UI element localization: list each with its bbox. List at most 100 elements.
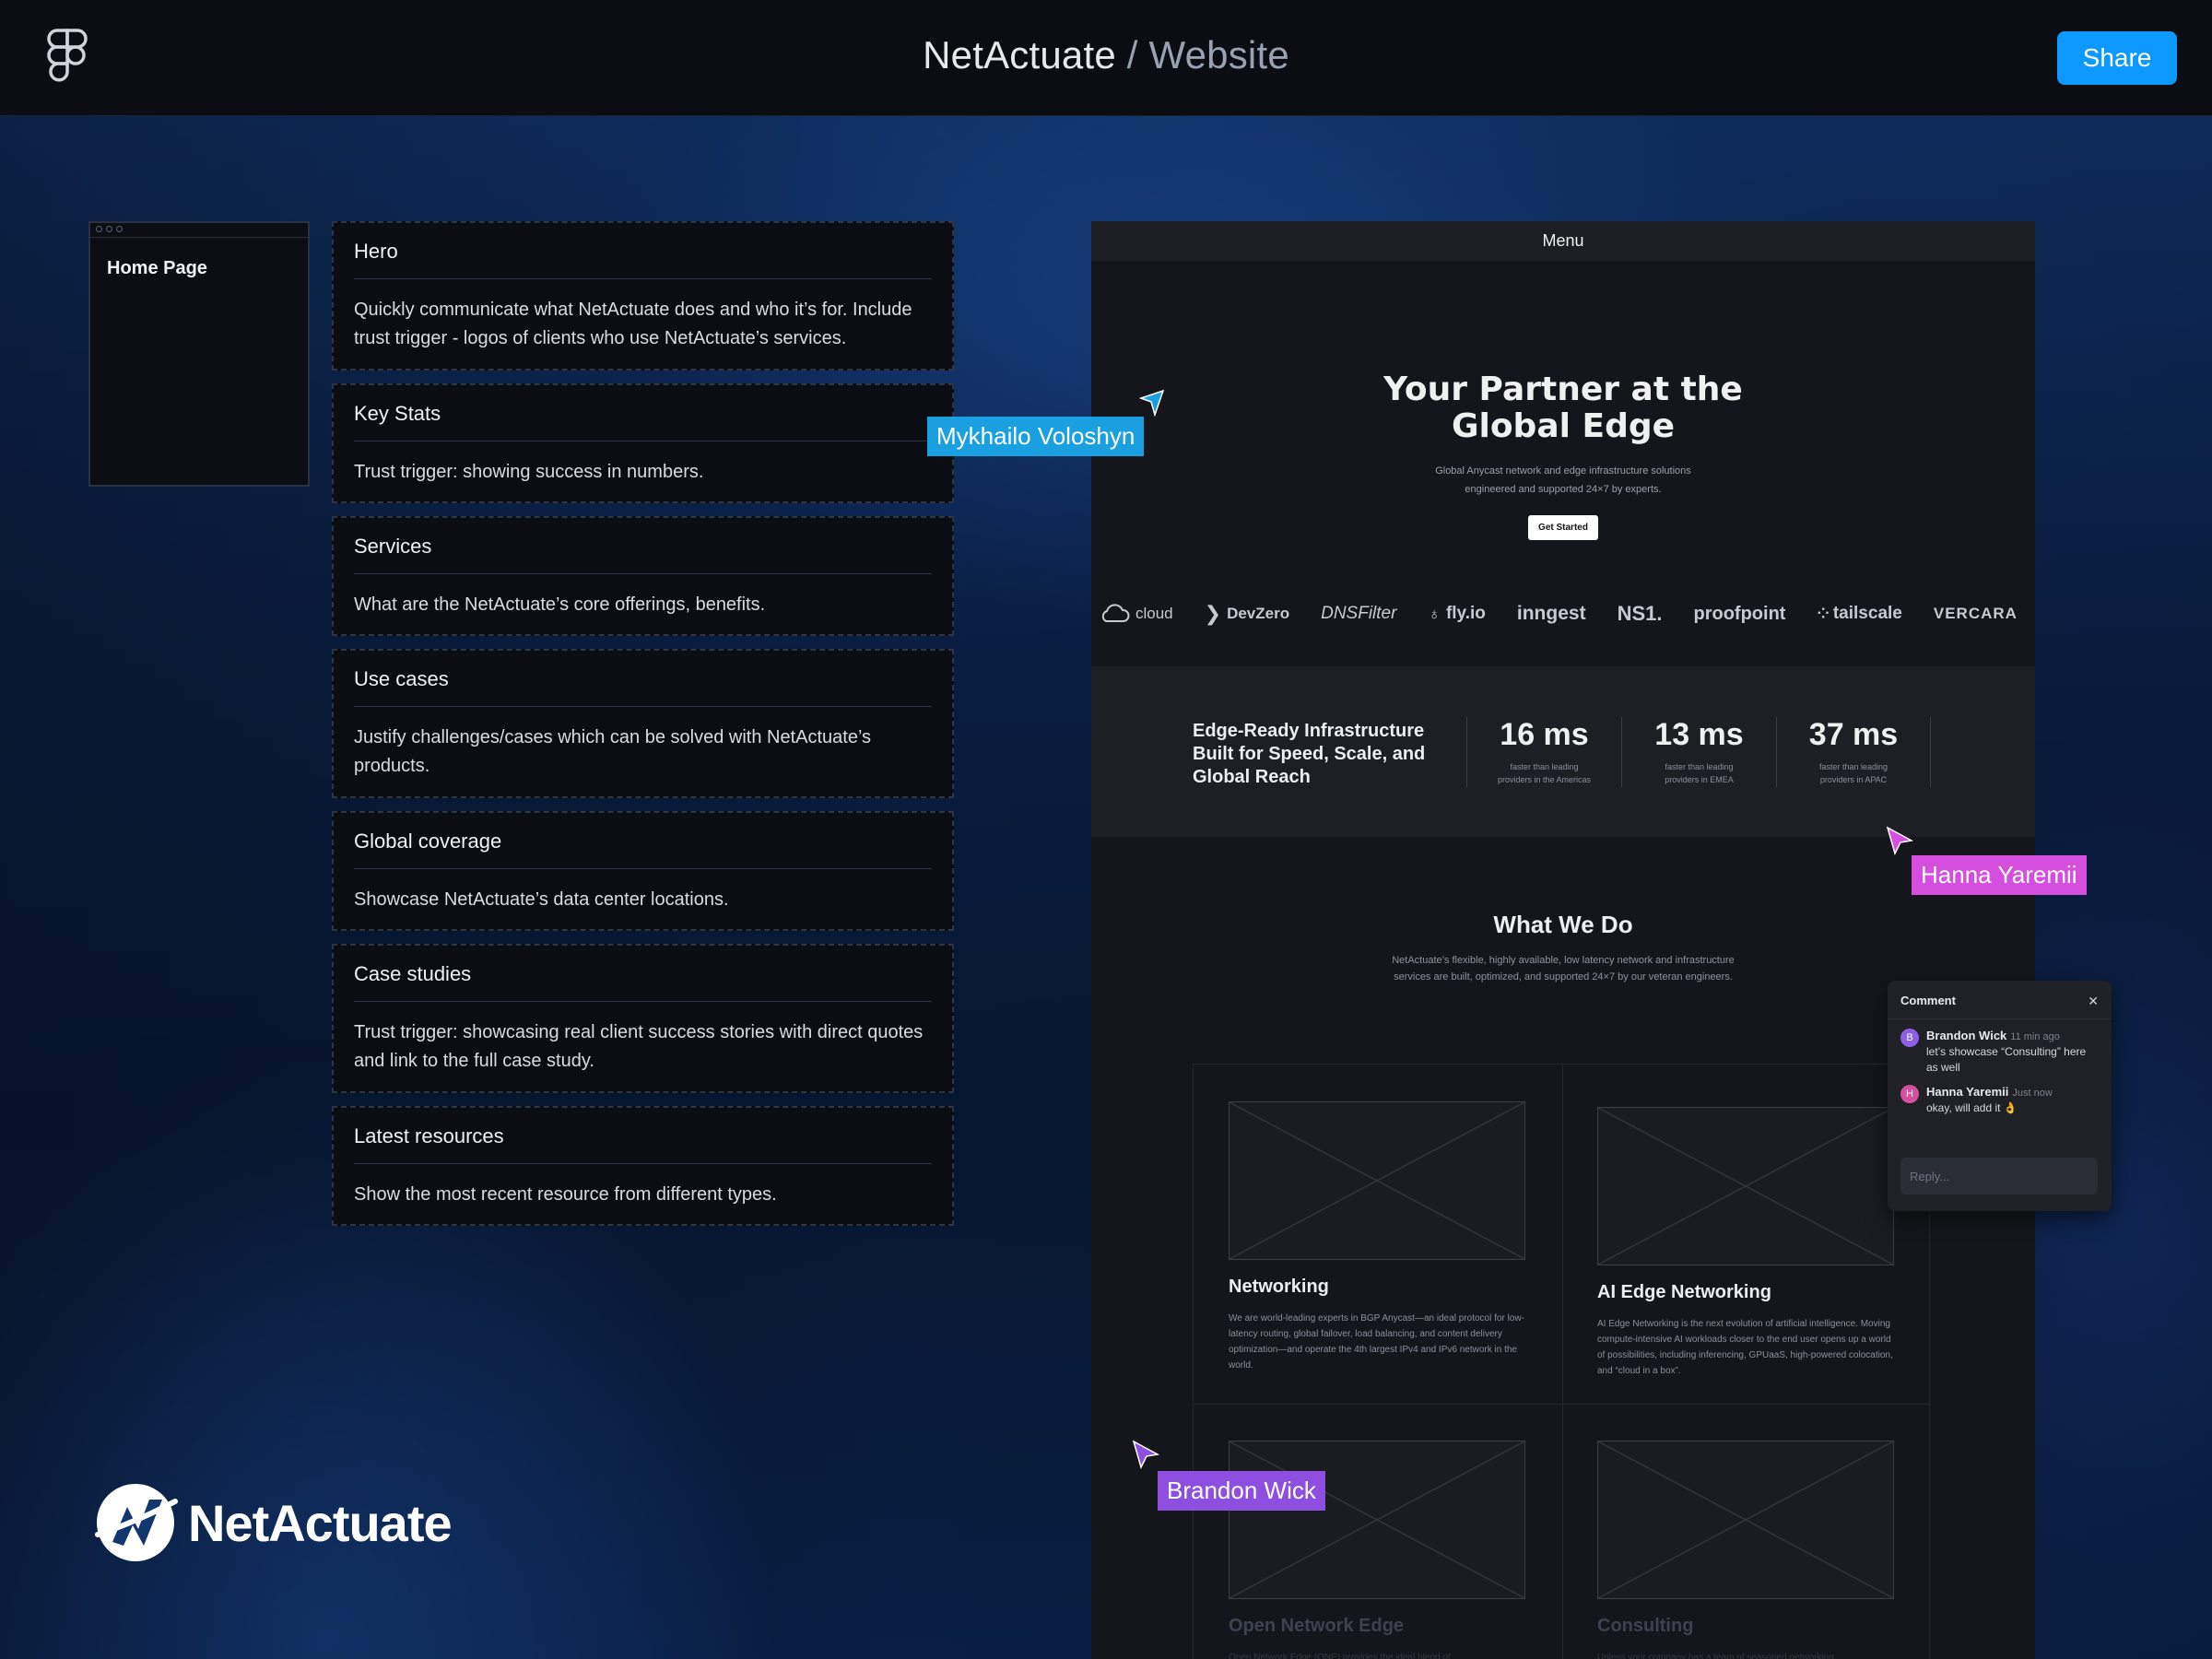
stat-item: 37 ms faster than leading providers in AP… (1776, 717, 1931, 787)
section-title: Key Stats (354, 402, 441, 425)
site-menu-bar[interactable]: Menu (1091, 221, 2035, 261)
comment-text: okay, will add it 👌 (1926, 1101, 2018, 1114)
service-title: AI Edge Networking (1597, 1282, 1771, 1302)
client-logo: ⁘ tailscale (1817, 604, 1901, 624)
section-title: Case studies (354, 962, 472, 985)
hero-subtitle-line: Global Anycast network and edge infrastr… (1435, 465, 1691, 477)
section-card-use-cases[interactable]: Use cases Justify challenges/cases which… (332, 649, 954, 798)
stat-item: 16 ms faster than leading providers in th… (1466, 717, 1621, 787)
hero-subtitle: Global Anycast network and edge infrastr… (1091, 462, 2035, 499)
balloon-icon: ♁ (1428, 604, 1441, 623)
top-bar: NetActuate / Website Share (0, 0, 2212, 116)
client-logo: ❯ DevZero (1205, 602, 1289, 626)
client-logo: VERCARA (1934, 605, 2018, 623)
client-logo-strip: cloud ❯ DevZero DNSFilter ♁ fly.io innge… (1091, 602, 2035, 626)
hero-subtitle-line: engineered and supported 24×7 by experts… (1465, 484, 1662, 495)
cloud-icon (1101, 604, 1130, 622)
cursor-pointer-icon (1139, 389, 1165, 417)
comment-title: Comment (1900, 994, 1956, 1007)
stat-value: 37 ms (1808, 717, 1899, 752)
website-preview-frame[interactable]: Menu Your Partner at the Global Edge Glo… (1091, 221, 2035, 1659)
section-title: Use cases (354, 667, 449, 690)
client-logo: cloud (1099, 603, 1173, 625)
share-button[interactable]: Share (2057, 31, 2177, 85)
section-title: Latest resources (354, 1124, 504, 1147)
section-description: Trust trigger: showcasing real client su… (354, 1022, 924, 1071)
section-card-services[interactable]: Services What are the NetActuate’s core … (332, 516, 954, 636)
services-grid: Networking We are world-leading experts … (1193, 1064, 1930, 1659)
close-icon[interactable]: ✕ (2088, 994, 2099, 1009)
service-card-networking[interactable]: Networking We are world-leading experts … (1229, 1101, 1528, 1373)
client-logo-text: proofpoint (1693, 603, 1786, 624)
stat-value: 13 ms (1654, 717, 1744, 752)
avatar: B (1900, 1029, 1919, 1047)
section-description: Showcase NetActuate’s data center locati… (354, 889, 729, 910)
client-logo-text: inngest (1516, 603, 1586, 624)
grid-divider (1194, 1404, 1929, 1405)
section-title: Services (354, 535, 432, 558)
section-card-key-stats[interactable]: Key Stats Trust trigger: showing success… (332, 383, 954, 503)
section-card-global-coverage[interactable]: Global coverage Showcase NetActuate’s da… (332, 811, 954, 931)
project-name: NetActuate (923, 33, 1116, 76)
get-started-button[interactable]: Get Started (1528, 515, 1598, 540)
what-we-do-subtitle: NetActuate’s flexible, highly available,… (1392, 955, 1735, 982)
section-description: Justify challenges/cases which can be so… (354, 727, 872, 776)
avatar: H (1900, 1085, 1919, 1103)
hero-title: Your Partner at the Global Edge (1091, 261, 2035, 445)
site-what-we-do: What We Do NetActuate’s flexible, highly… (1091, 837, 2035, 1659)
comment-author: Hanna Yaremii Just now (1926, 1085, 2053, 1099)
client-logo-text: NS1. (1617, 602, 1663, 625)
section-description: Show the most recent resource from diffe… (354, 1184, 777, 1205)
comment-panel[interactable]: Comment ✕ B Brandon Wick 11 min ago let’s… (1888, 981, 2112, 1211)
collaborator-tag: Hanna Yaremii (1912, 855, 2087, 895)
section-card-case-studies[interactable]: Case studies Trust trigger: showcasing r… (332, 944, 954, 1093)
comment-message: B Brandon Wick 11 min ago let’s showcase … (1888, 1019, 2112, 1076)
client-logo: inngest (1517, 603, 1586, 625)
stats-headline: Edge-Ready Infrastructure Built for Spee… (1193, 721, 1426, 787)
client-logo-text: VERCARA (1933, 605, 2018, 622)
client-logo-text: cloud (1135, 605, 1173, 622)
cursor-pointer-icon (1886, 826, 1913, 855)
client-logo: NS1. (1618, 602, 1663, 626)
site-key-stats: Edge-Ready Infrastructure Built for Spee… (1091, 666, 2035, 837)
stat-label: faster than leading providers in the Amer… (1497, 762, 1592, 784)
file-title[interactable]: NetActuate / Website (0, 33, 2212, 77)
comment-time: Just now (2012, 1088, 2053, 1099)
comment-message: H Hanna Yaremii Just now okay, will add i… (1888, 1076, 2112, 1116)
service-card-consulting[interactable]: Consulting Unless your company has a tea… (1597, 1441, 1897, 1659)
comment-time: 11 min ago (2010, 1031, 2060, 1042)
service-title: Open Network Edge (1229, 1616, 1405, 1636)
section-description: Quickly communicate what NetActuate does… (354, 300, 912, 348)
section-title: Global coverage (354, 830, 502, 853)
home-page-frame[interactable]: Home Page (88, 221, 310, 487)
netactuate-logo: NetActuate (92, 1479, 453, 1566)
image-placeholder (1597, 1441, 1894, 1599)
client-logo: DNSFilter (1321, 604, 1396, 624)
collaborator-tag: Brandon Wick (1158, 1471, 1325, 1511)
comment-author: Brandon Wick 11 min ago (1926, 1029, 2060, 1042)
client-logo-text: DevZero (1227, 605, 1290, 622)
service-title: Networking (1229, 1277, 1329, 1297)
section-description: What are the NetActuate’s core offerings… (354, 594, 766, 615)
site-hero: Your Partner at the Global Edge Global A… (1091, 261, 2035, 666)
image-placeholder (1229, 1441, 1525, 1599)
service-description: Unless your company has a team of season… (1597, 1653, 1834, 1659)
section-card-latest-resources[interactable]: Latest resources Show the most recent re… (332, 1106, 954, 1226)
image-placeholder (1229, 1101, 1525, 1260)
section-title: Hero (354, 240, 398, 263)
file-name: Website (1148, 33, 1289, 76)
comment-header: Comment ✕ (1888, 981, 2112, 1019)
stat-value: 16 ms (1500, 717, 1589, 752)
service-card-ai-edge[interactable]: AI Edge Networking AI Edge Networking is… (1597, 1107, 1897, 1379)
service-description: We are world-leading experts in BGP Anyc… (1229, 1313, 1524, 1371)
client-logo-text: fly.io (1445, 604, 1486, 623)
reply-input[interactable] (1900, 1158, 2098, 1194)
section-description: Trust trigger: showing success in number… (354, 462, 704, 482)
section-card-hero[interactable]: Hero Quickly communicate what NetActuate… (332, 221, 954, 371)
netactuate-mark-icon (95, 1484, 178, 1561)
collaborator-tag: Mykhailo Voloshyn (927, 417, 1145, 456)
client-logo-text: DNSFilter (1321, 604, 1397, 623)
service-title: Consulting (1597, 1616, 1694, 1636)
stat-label: faster than leading providers in APAC (1818, 762, 1888, 784)
client-logo-text: tailscale (1832, 604, 1902, 623)
